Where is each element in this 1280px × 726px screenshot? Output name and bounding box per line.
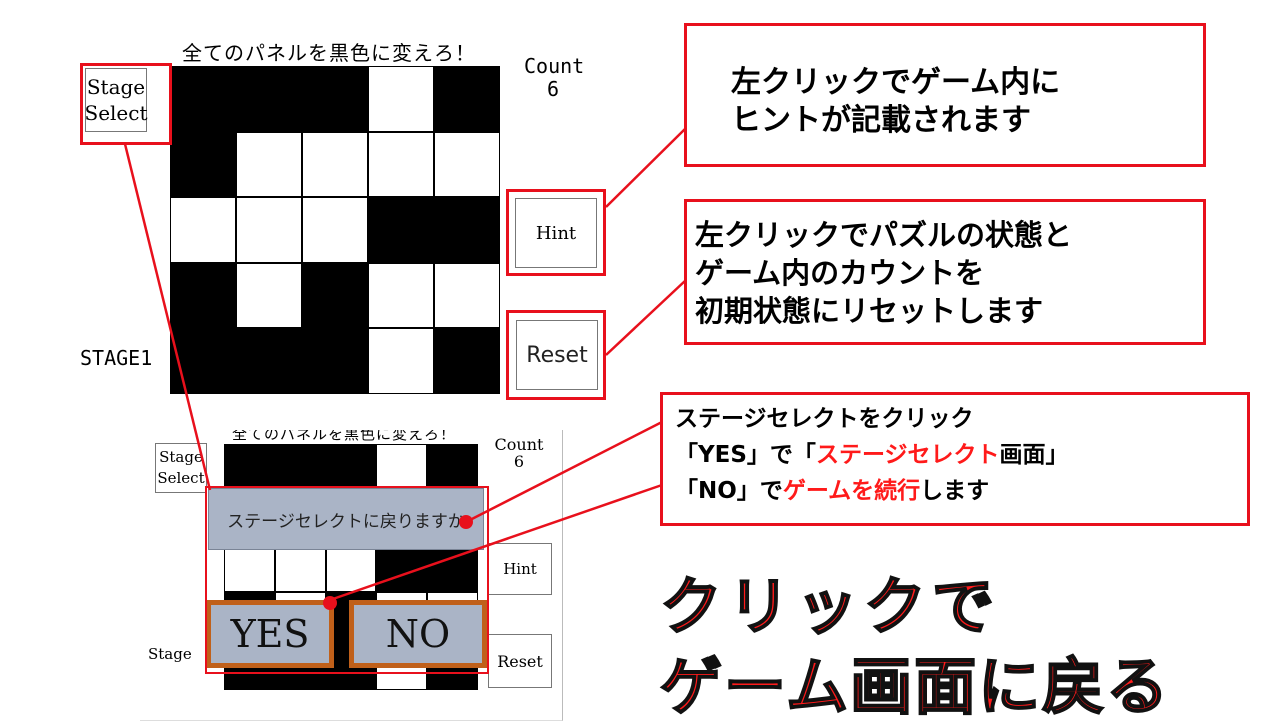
big-annotation-line1: クリックで: [659, 569, 1001, 644]
reset-callout: 左クリックでパズルの状態と ゲーム内のカウントを 初期状態にリセットします: [684, 199, 1206, 345]
connector-reset: [605, 279, 687, 356]
hint-callout-line2: ヒントが記載されます: [731, 103, 1031, 138]
connector-dot-dialog: [459, 515, 473, 529]
select-line2-a: 「YES」で「: [675, 442, 816, 468]
select-line2-c: 画面」: [999, 442, 1069, 468]
connector-dialog: [465, 420, 663, 524]
connector-hint: [605, 127, 687, 208]
select-line3-a: 「NO」で: [675, 478, 783, 504]
reset-callout-line1: 左クリックでパズルの状態と: [695, 218, 1073, 252]
connector-yes: [329, 483, 663, 602]
select-line3-c: します: [920, 478, 990, 504]
select-callout-line3: 「NO」でゲームを続行します: [675, 473, 1247, 509]
connector-dot-yes: [323, 596, 337, 610]
hint-callout: 左クリックでゲーム内に ヒントが記載されます: [684, 23, 1206, 167]
reset-callout-line2: ゲーム内のカウントを: [695, 256, 985, 290]
select-line2-b: ステージセレクト: [815, 442, 1000, 468]
stage-select-callout: ステージセレクトをクリック 「YES」で「ステージセレクト画面」 「NO」でゲー…: [660, 392, 1250, 526]
reset-callout-line3: 初期状態にリセットします: [695, 294, 1044, 328]
hint-callout-line1: 左クリックでゲーム内に: [731, 65, 1061, 100]
connector-stage-select: [123, 143, 212, 491]
select-callout-line1: ステージセレクトをクリック: [675, 406, 974, 432]
select-line3-b: ゲームを続行: [782, 478, 921, 504]
big-annotation-line2: ゲーム画面に戻る: [659, 649, 1171, 724]
select-callout-line2: 「YES」で「ステージセレクト画面」: [675, 437, 1247, 473]
